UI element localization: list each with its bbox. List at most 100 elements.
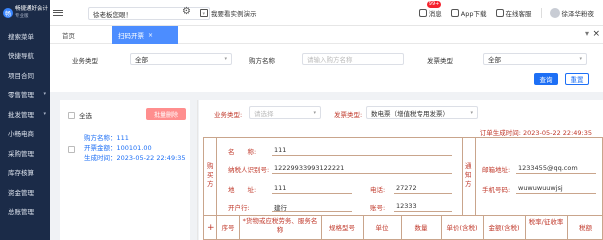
tab-label: 首页 xyxy=(62,32,75,40)
sidebar-item-wholesale[interactable]: 批发管理 ▾ xyxy=(0,104,50,124)
menu-icon[interactable] xyxy=(53,9,63,16)
select-all[interactable]: 全选 xyxy=(68,110,92,120)
underline xyxy=(272,193,352,194)
chevron-down-icon[interactable]: ▾ xyxy=(585,29,589,38)
invoice-biz-type-select[interactable]: 请选择 ▾ xyxy=(249,106,321,119)
divider xyxy=(204,215,603,216)
gear-icon[interactable]: ⚙ xyxy=(182,6,191,17)
divider xyxy=(540,8,542,18)
reset-button[interactable]: 重置 xyxy=(565,73,589,85)
app-download-button[interactable]: App下载 xyxy=(450,8,487,18)
brand-logo[interactable]: 畅 畅捷通好会计 专业版 xyxy=(0,0,50,26)
invoice-type-select[interactable]: 数电票（增值税专用发票） ▾ xyxy=(366,106,478,119)
column-header-index: 序号 xyxy=(221,224,235,232)
mobile-value[interactable]: wuwuwuuwjsj xyxy=(518,184,563,192)
online-service-button[interactable]: 在线客服 xyxy=(495,8,532,18)
sidebar-item-retail[interactable]: 零售管理 ▾ xyxy=(0,85,50,105)
user-menu[interactable]: 徐泽华粉夜 xyxy=(549,8,595,18)
sidebar-item-label: 搜索菜单 xyxy=(8,32,34,41)
chevron-down-icon: ▾ xyxy=(224,56,227,62)
invoice-list: 全选 批量删除 购方名称：111 开票金额：100101.00 生成时间：202… xyxy=(60,100,190,240)
phone-icon xyxy=(450,9,459,17)
buyer-name-value[interactable]: 111 xyxy=(274,146,286,154)
tax-id-value[interactable]: 12229933993122221 xyxy=(274,164,344,172)
biz-type-label: 业务类型 xyxy=(72,57,98,65)
sidebar-item-label: 资金管理 xyxy=(8,188,34,197)
column-header-qty: 数量 xyxy=(414,224,428,232)
column-header-unit: 单位 xyxy=(375,224,389,232)
divider xyxy=(216,138,217,215)
buyer-name-label: 名 称: xyxy=(228,148,257,156)
sidebar-item-ledger[interactable]: 总账管理 xyxy=(0,202,50,222)
sidebar-item-label: 零售管理 xyxy=(8,91,34,100)
sidebar-item-inventory[interactable]: 库存核算 xyxy=(0,163,50,183)
invoice-type-value: 全部 xyxy=(488,56,501,64)
sidebar-item-label: 采购管理 xyxy=(8,149,34,158)
top-bar: 徐老板您眼！ ▾ ⚙ 我要看实例演示 99+ 消息 App下载 在线客服 徐泽华… xyxy=(50,0,603,26)
list-item-checkbox[interactable] xyxy=(68,146,75,153)
invoice-table: 购买方 通知方 名 称: 111 纳税人识别号: 122299339931222… xyxy=(203,137,603,240)
add-row-icon[interactable]: + xyxy=(207,223,215,233)
bank-label: 开户行: xyxy=(228,204,250,212)
bell-icon xyxy=(418,9,427,17)
query-button[interactable]: 查询 xyxy=(534,73,558,85)
underline xyxy=(394,211,452,212)
close-icon[interactable]: × xyxy=(148,32,153,39)
underline xyxy=(394,193,452,194)
notify-side-label: 通知方 xyxy=(465,162,472,188)
sidebar-item-label: 项目合同 xyxy=(8,71,34,80)
mobile-label: 手机号码: xyxy=(482,186,511,194)
list-item-buyer: 购方名称：111 xyxy=(84,134,129,142)
logo-icon: 畅 xyxy=(3,8,13,18)
invoice-biz-type-placeholder: 请选择 xyxy=(254,109,274,118)
invoice-type-select[interactable]: 全部 ▾ xyxy=(483,53,587,65)
column-header-tax-rate: 税率/征收率 xyxy=(528,218,564,226)
divider xyxy=(475,138,476,215)
sidebar-item-purchase[interactable]: 采购管理 xyxy=(0,143,50,163)
sidebar-item-project-contract[interactable]: 项目合同 xyxy=(0,65,50,85)
buyer-name-input[interactable]: 请输入购方名称 xyxy=(302,53,404,65)
shop-select[interactable]: 徐老板您眼！ ▾ xyxy=(88,7,210,20)
tab-label: 扫码开票 xyxy=(118,32,144,40)
column-header-goods: *货物或应税劳务、服务名称 xyxy=(242,217,318,234)
message-count-badge: 99+ xyxy=(426,1,442,8)
batch-delete-button[interactable]: 批量删除 xyxy=(146,108,186,120)
user-name: 徐泽华粉夜 xyxy=(561,10,595,18)
tab-scan-invoice[interactable]: 扫码开票 × xyxy=(112,26,178,44)
sidebar-item-funds[interactable]: 资金管理 xyxy=(0,182,50,202)
underline xyxy=(516,173,596,174)
order-time: 订单生成时间: 2023-05-22 22:49:35 xyxy=(479,129,592,137)
account-value[interactable]: 12333 xyxy=(396,202,417,210)
buyer-side-label: 购买方 xyxy=(207,162,214,188)
tab-home[interactable]: 首页 xyxy=(62,26,75,44)
invoice-biz-type-label: 业务类型: xyxy=(214,111,243,119)
checkbox[interactable] xyxy=(68,111,75,119)
demo-link[interactable]: 我要看实例演示 xyxy=(200,8,257,18)
tax-id-label: 纳税人识别号: xyxy=(228,166,270,174)
sidebar-item-label: 库存核算 xyxy=(8,169,34,178)
phone-value[interactable]: 27272 xyxy=(396,184,417,192)
email-label: 邮箱地址: xyxy=(482,166,511,174)
messages-button[interactable]: 99+ 消息 xyxy=(418,1,442,18)
column-header-tax: 税额 xyxy=(579,224,592,232)
chevron-down-icon: ▾ xyxy=(313,109,316,116)
biz-type-select[interactable]: 全部 ▾ xyxy=(130,53,232,65)
close-icon[interactable]: × xyxy=(592,29,600,39)
email-value[interactable]: 1233455@qq.com xyxy=(518,164,578,172)
sidebar-item-search[interactable]: 搜索菜单 xyxy=(0,26,50,46)
sidebar-item-label: 总账管理 xyxy=(8,208,34,217)
sidebar-item-ecommerce[interactable]: 小畅电商 xyxy=(0,124,50,144)
sidebar-item-label: 小畅电商 xyxy=(8,130,34,139)
sidebar-item-quick-nav[interactable]: 快捷导航 xyxy=(0,46,50,66)
phone-label: 电话: xyxy=(370,186,386,194)
address-label: 地 址: xyxy=(228,186,257,194)
list-item[interactable]: 购方名称：111 开票金额：100101.00 生成时间：2023-05-22 … xyxy=(84,133,186,163)
chevron-down-icon: ▾ xyxy=(43,110,46,117)
filter-panel: 业务类型 全部 ▾ 购方名称 请输入购方名称 发票类型 全部 ▾ 查询 重置 xyxy=(50,44,603,92)
chevron-down-icon: ▾ xyxy=(579,56,582,62)
column-header-unit-price: 单价(含税) xyxy=(446,224,478,232)
tab-bar: 首页 扫码开票 × ▾ × xyxy=(50,26,603,44)
address-value[interactable]: 111 xyxy=(274,184,286,192)
invoice-type-value: 数电票（增值税专用发票） xyxy=(371,109,449,118)
divider xyxy=(197,100,198,240)
